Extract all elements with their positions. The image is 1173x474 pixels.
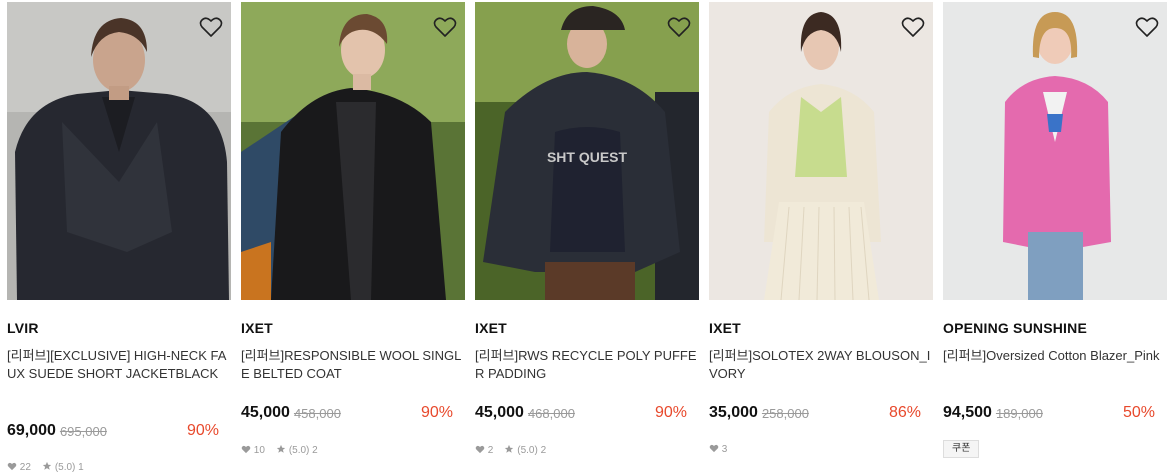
star-icon <box>505 444 514 453</box>
original-price: 468,000 <box>527 405 575 421</box>
product-card[interactable]: IXET [리퍼브]RESPONSIBLE WOOL SINGLE BELTED… <box>241 2 465 456</box>
original-price: 189,000 <box>995 405 1043 421</box>
wishlist-heart-icon[interactable] <box>1135 16 1159 38</box>
product-name[interactable]: [리퍼브]Oversized Cotton Blazer_Pink <box>943 347 1165 365</box>
discount-rate: 50% <box>1122 404 1155 421</box>
product-card[interactable]: IXET [리퍼브]SOLOTEX 2WAY BLOUSON_IVORY 35,… <box>709 2 933 455</box>
rating: (5.0) 1 <box>54 462 84 473</box>
product-name[interactable]: [리퍼브]SOLOTEX 2WAY BLOUSON_IVORY <box>709 347 931 383</box>
discount-rate: 86% <box>888 404 921 421</box>
coupon-badge: 쿠폰 <box>943 440 980 458</box>
wishlist-heart-icon[interactable] <box>667 16 691 38</box>
sale-price: 45,000 <box>241 404 290 421</box>
product-photo[interactable]: SHT QUEST <box>475 2 699 300</box>
price-row: 69,000 695,000 90% <box>7 422 219 444</box>
product-meta: 10 (5.0) 2 <box>241 444 318 456</box>
heart-icon <box>7 462 17 471</box>
product-grid: LVIR [리퍼브][EXCLUSIVE] HIGH-NECK FAUX SUE… <box>0 0 1173 474</box>
brand-name[interactable]: IXET <box>475 320 507 336</box>
heart-icon <box>241 445 251 454</box>
wishlist-heart-icon[interactable] <box>433 16 457 38</box>
like-count: 22 <box>19 462 31 473</box>
brand-name[interactable]: IXET <box>709 320 741 336</box>
product-image[interactable]: SHT QUEST <box>475 2 699 300</box>
product-meta: 3 <box>709 444 727 456</box>
original-price: 458,000 <box>293 405 341 421</box>
product-photo[interactable] <box>709 2 933 300</box>
like-count: 2 <box>487 445 494 456</box>
sale-price: 69,000 <box>7 422 56 439</box>
discount-rate: 90% <box>186 422 219 439</box>
star-icon <box>42 461 52 470</box>
product-card[interactable]: LVIR [리퍼브][EXCLUSIVE] HIGH-NECK FAUX SUE… <box>7 2 231 473</box>
like-count: 10 <box>253 445 265 456</box>
product-card[interactable]: SHT QUEST IXET [리퍼브]RWS RECYCLE POLY PUF… <box>475 2 699 456</box>
product-photo[interactable] <box>943 2 1167 300</box>
price-row: 35,000 258,000 86% <box>709 404 921 426</box>
rating: (5.0) 2 <box>288 445 318 456</box>
price-row: 45,000 468,000 90% <box>475 404 687 426</box>
heart-icon <box>709 444 719 453</box>
product-name[interactable]: [리퍼브]RESPONSIBLE WOOL SINGLE BELTED COAT <box>241 347 463 383</box>
original-price: 695,000 <box>59 423 107 439</box>
brand-name[interactable]: IXET <box>241 320 273 336</box>
price-row: 94,500 189,000 50% <box>943 404 1155 426</box>
product-image[interactable] <box>7 2 231 300</box>
sale-price: 94,500 <box>943 404 992 421</box>
product-image[interactable] <box>709 2 933 300</box>
price-row: 45,000 458,000 90% <box>241 404 453 426</box>
wishlist-heart-icon[interactable] <box>199 16 223 38</box>
heart-icon <box>475 445 485 454</box>
sale-price: 45,000 <box>475 404 524 421</box>
rating: (5.0) 2 <box>517 445 547 456</box>
discount-rate: 90% <box>654 404 687 421</box>
discount-rate: 90% <box>420 404 453 421</box>
product-meta: 22 (5.0) 1 <box>7 461 84 473</box>
svg-text:SHT QUEST: SHT QUEST <box>547 149 628 165</box>
product-image[interactable] <box>241 2 465 300</box>
star-icon <box>276 444 286 453</box>
wishlist-heart-icon[interactable] <box>901 16 925 38</box>
product-name[interactable]: [리퍼브]RWS RECYCLE POLY PUFFER PADDING <box>475 347 697 383</box>
like-count: 3 <box>721 444 728 455</box>
original-price: 258,000 <box>761 405 809 421</box>
brand-name[interactable]: LVIR <box>7 320 39 336</box>
brand-name[interactable]: OPENING SUNSHINE <box>943 320 1087 336</box>
product-image[interactable] <box>943 2 1167 300</box>
product-photo[interactable] <box>7 2 231 300</box>
sale-price: 35,000 <box>709 404 758 421</box>
product-meta: 2 (5.0) 2 <box>475 444 546 456</box>
product-name[interactable]: [리퍼브][EXCLUSIVE] HIGH-NECK FAUX SUEDE SH… <box>7 347 229 383</box>
product-photo[interactable] <box>241 2 465 300</box>
product-card[interactable]: OPENING SUNSHINE [리퍼브]Oversized Cotton B… <box>943 2 1167 458</box>
